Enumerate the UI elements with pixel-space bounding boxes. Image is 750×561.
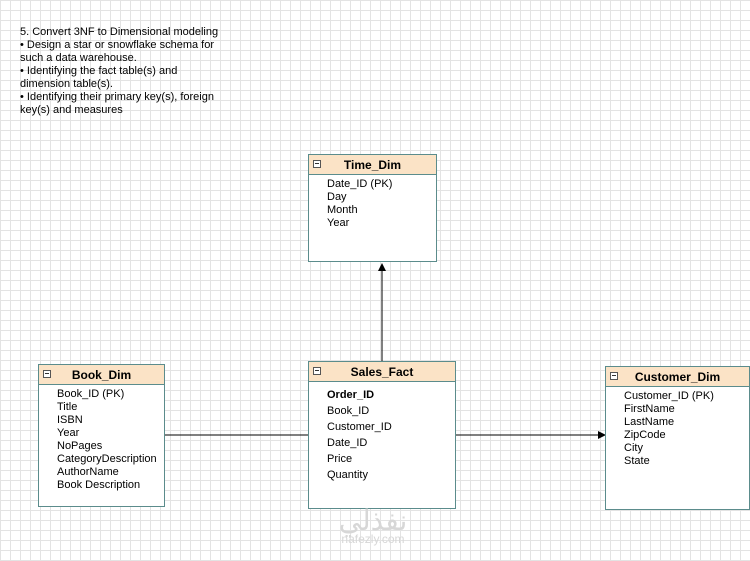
entity-title: Sales_Fact [350,365,414,379]
attribute: City [624,442,643,454]
attribute: Day [327,191,347,203]
entity-header[interactable]: Time_Dim [309,155,436,175]
attribute-list: Customer_ID (PK) FirstName LastName ZipC… [606,387,749,468]
attribute: NoPages [57,440,103,452]
attribute-list: Book_ID (PK) Title ISBN Year NoPages Cat… [39,385,164,492]
entity-customer-dim[interactable]: Customer_Dim Customer_ID (PK) FirstName … [605,366,750,510]
attribute: Book Description [57,479,141,491]
attribute: Date_ID [327,437,368,449]
entity-header[interactable]: Book_Dim [39,365,164,385]
entity-header[interactable]: Customer_Dim [606,367,749,387]
watermark-latin: nafezly.com [341,532,405,546]
collapse-icon[interactable] [313,160,321,168]
attribute: State [624,455,650,467]
attribute: Price [327,453,353,465]
attribute: Month [327,204,358,216]
entity-title: Book_Dim [71,368,132,382]
entity-header[interactable]: Sales_Fact [309,362,455,382]
entity-time-dim[interactable]: Time_Dim Date_ID (PK) Day Month Year [308,154,437,262]
collapse-icon[interactable] [313,367,321,375]
collapse-icon[interactable] [610,372,618,380]
attribute: ZipCode [624,429,666,441]
entity-book-dim[interactable]: Book_Dim Book_ID (PK) Title ISBN Year No… [38,364,165,507]
attribute-list: Date_ID (PK) Day Month Year [309,175,436,230]
attribute: Book_ID [327,405,370,417]
collapse-icon[interactable] [43,370,51,378]
entity-title: Time_Dim [343,158,402,172]
attribute: Book_ID (PK) [57,388,125,400]
attribute: AuthorName [57,466,119,478]
attribute: Order_ID [327,389,375,401]
entity-title: Customer_Dim [634,370,721,384]
attribute: Year [327,217,350,229]
attribute-list: Order_ID Book_ID Customer_ID Date_ID Pri… [309,382,455,483]
attribute: LastName [624,416,675,428]
attribute: Customer_ID [327,421,392,433]
attribute: FirstName [624,403,675,415]
attribute: ISBN [57,414,83,426]
watermark-logo: نفذلي nafezly.com [318,506,428,547]
entity-sales-fact[interactable]: Sales_Fact Order_ID Book_ID Customer_ID … [308,361,456,509]
attribute: CategoryDescription [57,453,157,465]
attribute: Date_ID (PK) [327,178,393,190]
attribute: Customer_ID (PK) [624,390,714,402]
attribute: Year [57,427,80,439]
attribute: Quantity [327,469,368,481]
attribute: Title [57,401,78,413]
